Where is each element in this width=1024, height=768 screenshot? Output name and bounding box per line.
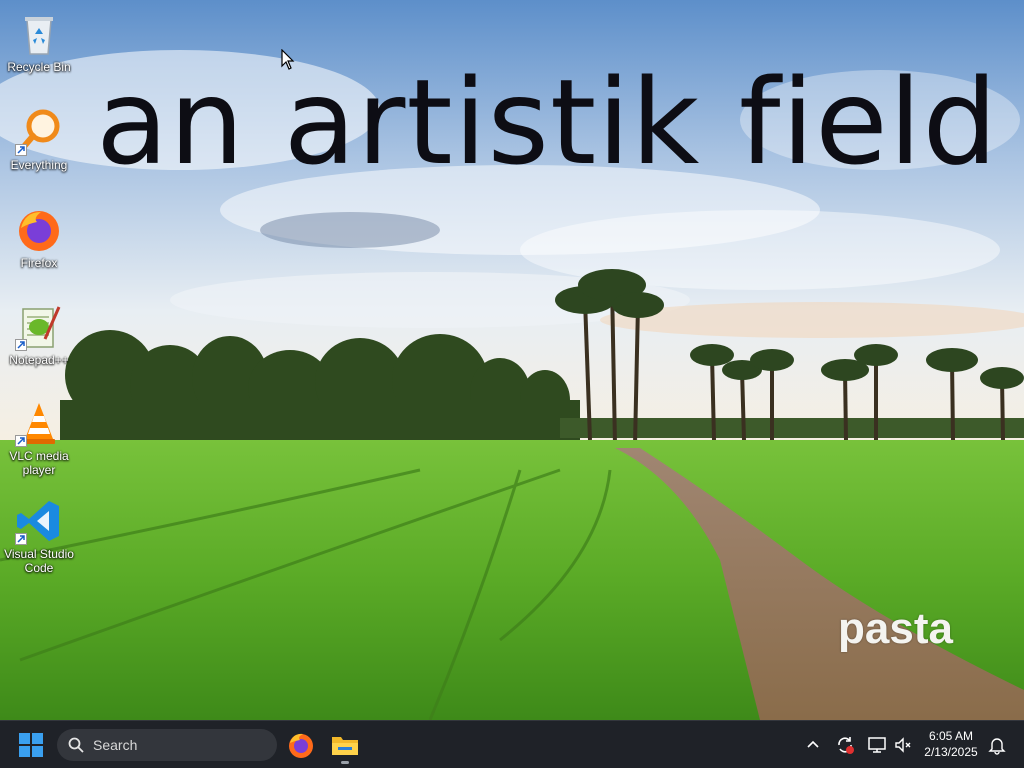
search-icon <box>68 737 84 753</box>
file-explorer-icon <box>332 737 358 755</box>
taskbar: Search 6:05 AM 2/13/2025 <box>0 720 1024 768</box>
desktop-icon-label: VLC media player <box>9 449 69 477</box>
taskbar-app-firefox[interactable] <box>285 729 317 761</box>
desktop-icon-label: Everything <box>10 158 68 172</box>
desktop-icon-recycle-bin[interactable]: Recycle Bin <box>2 4 76 88</box>
network-icon <box>868 737 886 753</box>
windows-logo-icon <box>19 733 43 757</box>
desktop-icon-vscode[interactable]: Visual Studio Code <box>2 491 76 575</box>
notification-center-button[interactable] <box>987 735 1007 755</box>
shortcut-arrow-icon <box>15 144 27 156</box>
wallpaper-signature: pasta <box>838 604 953 653</box>
sync-alert-icon <box>838 737 854 754</box>
tray-network-button[interactable] <box>867 735 887 755</box>
desktop-icon-label: Visual Studio Code <box>4 547 74 575</box>
notepad-plus-plus-icon <box>15 303 63 351</box>
recycle-bin-icon <box>15 10 63 58</box>
vlc-icon <box>15 399 63 447</box>
show-hidden-icons-button[interactable] <box>803 735 823 755</box>
notification-bell-icon <box>988 738 1006 755</box>
volume-muted-icon <box>895 737 911 753</box>
desktop-icon-vlc[interactable]: VLC media player <box>2 393 76 477</box>
shortcut-arrow-icon <box>15 435 27 447</box>
desktop-icon-notepad-plus-plus[interactable]: Notepad++ <box>2 297 76 381</box>
taskbar-app-file-explorer[interactable] <box>329 729 361 764</box>
desktop-wallpaper: an artistik field pasta <box>0 0 1024 720</box>
firefox-icon <box>289 733 313 758</box>
taskbar-search-box[interactable]: Search <box>57 729 277 761</box>
running-indicator <box>341 761 349 764</box>
everything-search-icon <box>15 108 63 156</box>
mouse-cursor-icon <box>281 48 295 71</box>
start-button[interactable] <box>18 732 44 758</box>
desktop-icon-everything[interactable]: Everything <box>2 102 76 186</box>
desktop-icon-label: Recycle Bin <box>7 60 71 74</box>
desktop-icon-label: Firefox <box>20 256 58 270</box>
tray-volume-button[interactable] <box>893 735 913 755</box>
tray-sync-button[interactable] <box>835 735 855 755</box>
shortcut-arrow-icon <box>15 339 27 351</box>
desktop-icon-label: Notepad++ <box>9 353 69 367</box>
vscode-icon <box>15 497 63 545</box>
search-placeholder: Search <box>93 737 138 753</box>
firefox-icon <box>15 206 63 254</box>
wallpaper-caption: an artistik field <box>96 53 999 191</box>
clock-date: 2/13/2025 <box>924 745 978 759</box>
chevron-up-icon <box>807 740 819 748</box>
clock-time: 6:05 AM <box>928 729 974 743</box>
shortcut-arrow-icon <box>15 533 27 545</box>
taskbar-clock[interactable]: 6:05 AM 2/13/2025 <box>916 728 986 760</box>
desktop-icon-firefox[interactable]: Firefox <box>2 200 76 284</box>
